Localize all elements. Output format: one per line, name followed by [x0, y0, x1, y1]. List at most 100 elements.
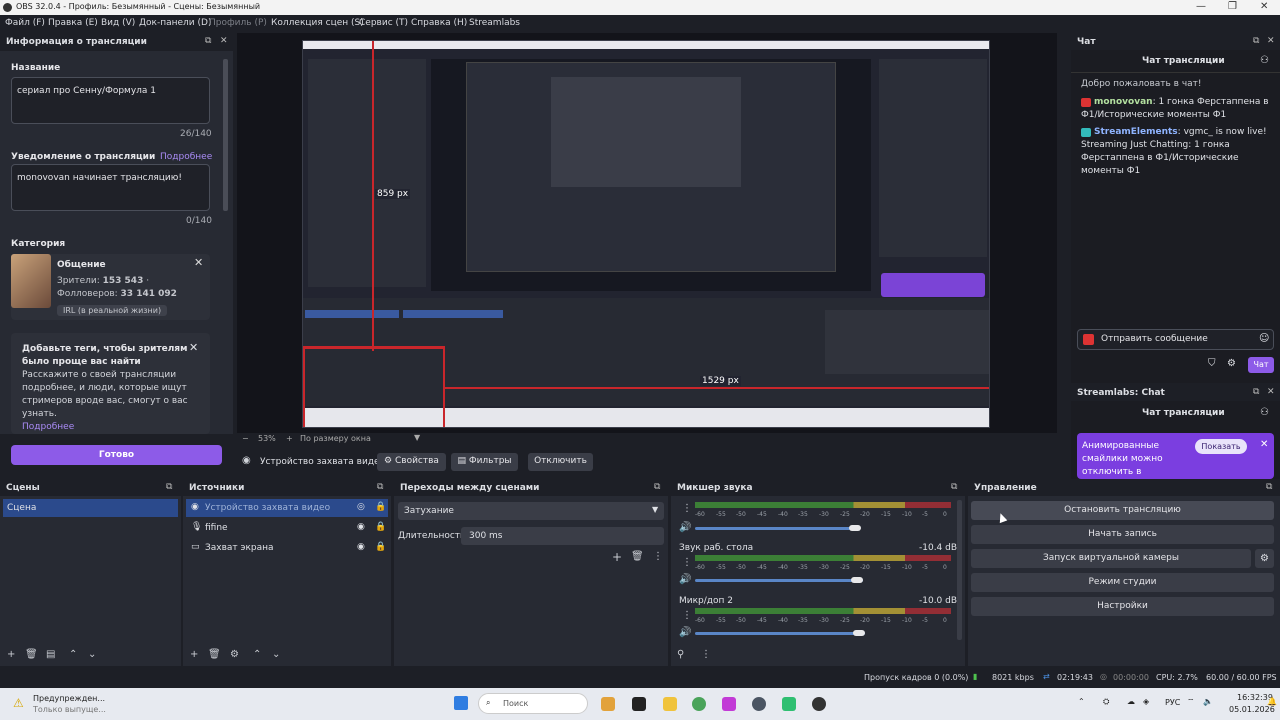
undock-icon[interactable]: ⧉ [1266, 482, 1272, 492]
more-vertical-icon[interactable]: ⋮ [653, 551, 663, 562]
shield-icon[interactable]: ⛉ [1208, 358, 1216, 369]
zoom-out-icon[interactable]: − [242, 434, 249, 443]
lock-icon[interactable]: 🔒 [375, 502, 386, 512]
user-icon[interactable]: ⚇ [1260, 407, 1269, 418]
folder-icon[interactable] [663, 697, 677, 711]
tray-chevron-icon[interactable]: ⌃ [1078, 697, 1085, 706]
disable-source-button[interactable]: Отключить [528, 453, 593, 471]
start-recording-button[interactable]: Начать запись [971, 525, 1274, 544]
move-up-icon[interactable]: ⌃ [253, 649, 261, 660]
yandex-icon[interactable] [722, 697, 736, 711]
add-icon[interactable]: + [7, 649, 15, 660]
gear-icon[interactable]: ⚙ [230, 649, 239, 660]
transition-select[interactable]: Затухание ▼ [398, 502, 664, 520]
notifications-icon[interactable]: 🔔 [1267, 697, 1277, 706]
eye-icon[interactable]: ◉ [357, 522, 365, 532]
notification-title[interactable]: Предупрежден... [33, 694, 105, 703]
eye-hidden-icon[interactable]: ◎ [357, 502, 365, 512]
speaker-icon[interactable]: 🔊 [679, 522, 691, 533]
user-icon[interactable]: ⚇ [1260, 55, 1269, 66]
mixer-scrollbar[interactable] [957, 500, 962, 640]
settings-gear-icon[interactable]: ⚙ [1227, 358, 1236, 369]
trash-icon[interactable]: 🗑 [25, 649, 38, 660]
app-icon[interactable] [632, 697, 646, 711]
menu-file[interactable]: Файл (F) [5, 18, 45, 28]
start-icon[interactable] [454, 696, 468, 710]
chevron-down-icon[interactable]: ▼ [414, 433, 420, 442]
scene-item[interactable]: Сцена [3, 499, 178, 517]
menu-docks[interactable]: Док-панели (D) [139, 18, 211, 28]
studio-mode-button[interactable]: Режим студии [971, 573, 1274, 592]
trash-icon[interactable]: 🗑 [208, 649, 221, 660]
menu-edit[interactable]: Правка (E) [48, 18, 98, 28]
obs-taskbar-icon[interactable] [812, 697, 826, 711]
filter-icon[interactable]: ▤ [46, 649, 55, 660]
done-button[interactable]: Готово [11, 445, 222, 465]
app-icon[interactable] [782, 697, 796, 711]
source-item-selected[interactable]: ◉ Устройство захвата видео ◎ 🔒 [186, 499, 388, 517]
volume-slider[interactable] [695, 632, 865, 635]
wifi-icon[interactable]: ⌔ [1187, 697, 1195, 707]
undock-icon[interactable]: ⧉ [951, 482, 957, 492]
close-dock-icon[interactable]: ✕ [220, 36, 228, 46]
move-up-icon[interactable]: ⌃ [69, 649, 77, 660]
tip-more-link[interactable]: Подробнее [22, 422, 74, 432]
tray-app-icon[interactable]: ◈ [1143, 697, 1149, 706]
close-dock-icon[interactable]: ✕ [1267, 387, 1275, 397]
notice-more-link[interactable]: Подробнее [160, 152, 212, 162]
emoji-icon[interactable]: ☺ [1259, 333, 1269, 344]
lock-icon[interactable]: 🔒 [375, 542, 386, 552]
menu-tools[interactable]: Сервис (T) [359, 18, 408, 28]
undock-icon[interactable]: ⧉ [377, 482, 383, 492]
clock-date[interactable]: 05.01.2026 [1229, 705, 1275, 714]
more-vertical-icon[interactable]: ⋮ [682, 503, 692, 514]
trash-icon[interactable]: 🗑 [631, 551, 644, 562]
maximize-icon[interactable]: ❐ [1228, 1, 1237, 12]
link-icon[interactable]: ⚲ [677, 649, 684, 660]
menu-streamlabs[interactable]: Streamlabs [469, 18, 520, 28]
more-vertical-icon[interactable]: ⋮ [701, 649, 711, 660]
volume-icon[interactable]: 🔈 [1203, 697, 1213, 706]
duration-input[interactable]: 300 ms [461, 527, 664, 545]
show-emotes-button[interactable]: Показать [1195, 439, 1247, 454]
title-input[interactable]: сериал про Сенну/Формула 1 [11, 77, 210, 124]
volume-knob[interactable] [849, 525, 861, 531]
notice-input[interactable]: monovovan начинает трансляцию! [11, 164, 210, 211]
chat-send-input[interactable]: Отправить сообщение ☺ [1077, 329, 1274, 350]
source-item[interactable]: 🎙 fifine ◉ 🔒 [186, 519, 388, 537]
speaker-icon[interactable]: 🔊 [679, 574, 691, 585]
settings-button[interactable]: Настройки [971, 597, 1274, 616]
language-indicator[interactable]: РУС [1165, 698, 1180, 707]
menu-view[interactable]: Вид (V) [101, 18, 135, 28]
move-down-icon[interactable]: ⌄ [272, 649, 280, 660]
chrome-icon[interactable] [692, 697, 706, 711]
info-scrollbar[interactable] [223, 59, 228, 211]
undock-icon[interactable]: ⧉ [1253, 36, 1259, 46]
volume-slider[interactable] [695, 579, 863, 582]
menu-profile[interactable]: Профиль (P) [209, 18, 267, 28]
warning-icon[interactable]: ⚠ [13, 696, 24, 710]
more-vertical-icon[interactable]: ⋮ [682, 610, 692, 621]
menu-help[interactable]: Справка (H) [411, 18, 467, 28]
virtual-camera-button[interactable]: Запуск виртуальной камеры [971, 549, 1251, 568]
category-card[interactable]: Общение Зрители: 153 543 · Фолловеров: 3… [11, 254, 210, 320]
virtual-camera-settings-icon[interactable]: ⚙ [1255, 549, 1274, 568]
menu-scene-collection[interactable]: Коллекция сцен (S) [271, 18, 364, 28]
stop-stream-button[interactable]: Остановить трансляцию [971, 501, 1274, 520]
move-down-icon[interactable]: ⌄ [88, 649, 96, 660]
chat-send-button[interactable]: Чат [1248, 357, 1274, 373]
app-icon[interactable] [601, 697, 615, 711]
remove-category-icon[interactable]: ✕ [194, 256, 203, 269]
lock-icon[interactable]: 🔒 [375, 522, 386, 532]
volume-knob[interactable] [853, 630, 865, 636]
tray-icon[interactable]: ⛭ [1103, 697, 1109, 707]
zoom-in-icon[interactable]: + [286, 434, 293, 443]
zoom-fit-select[interactable]: По размеру окна [300, 434, 371, 443]
settings-app-icon[interactable] [752, 697, 766, 711]
add-icon[interactable]: + [612, 550, 622, 564]
undock-icon[interactable]: ⧉ [205, 36, 211, 46]
undock-icon[interactable]: ⧉ [654, 482, 660, 492]
undock-icon[interactable]: ⧉ [1253, 387, 1259, 397]
volume-knob[interactable] [851, 577, 863, 583]
more-vertical-icon[interactable]: ⋮ [682, 557, 692, 568]
